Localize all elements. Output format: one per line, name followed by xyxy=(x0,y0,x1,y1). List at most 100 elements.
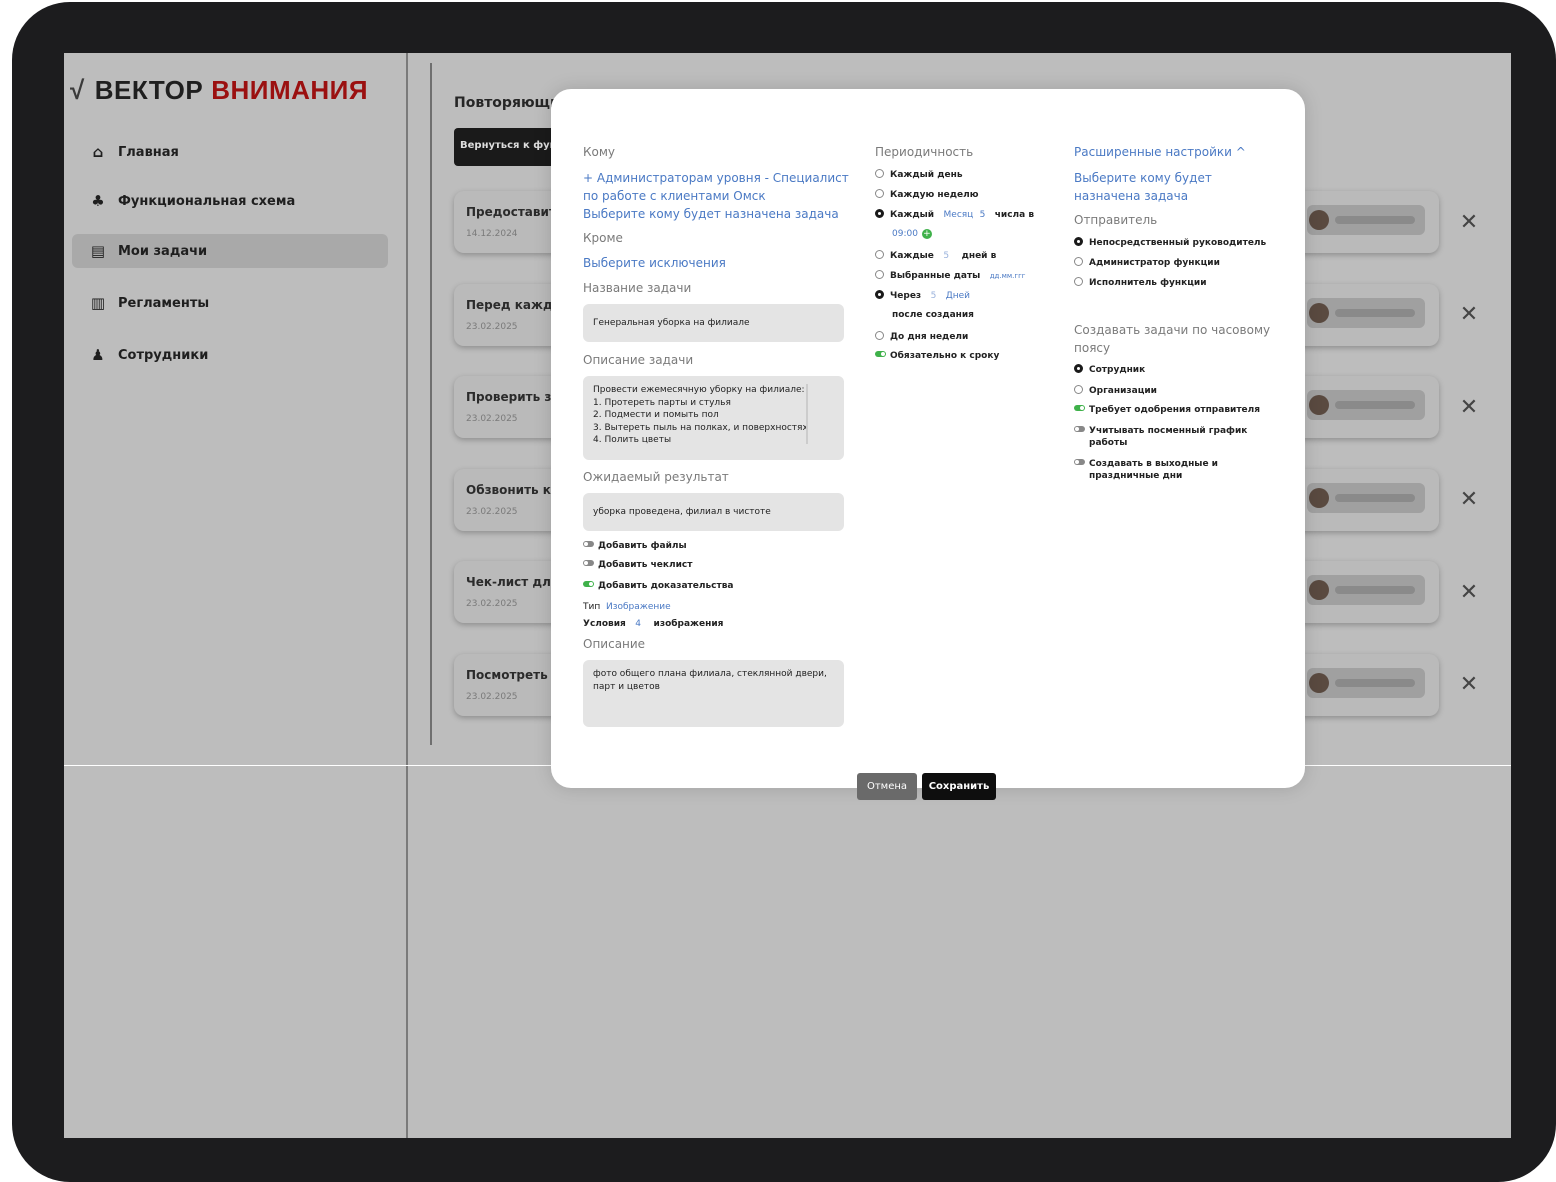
close-icon[interactable]: ✕ xyxy=(1459,582,1479,604)
cancel-button[interactable]: Отмена xyxy=(857,773,917,800)
toggle-switch[interactable] xyxy=(583,560,594,566)
close-icon[interactable]: ✕ xyxy=(1459,212,1479,234)
task-title: Перед кажды xyxy=(466,298,564,312)
toggle-add-checklist[interactable]: Добавить чеклист xyxy=(583,560,692,570)
toggle-switch[interactable] xyxy=(583,541,594,547)
toggle-add-evidence[interactable]: Добавить доказательства xyxy=(583,581,733,591)
after-unit-select[interactable]: Дней xyxy=(946,291,970,301)
choose-assignee-link-line2[interactable]: назначена задача xyxy=(1074,189,1188,203)
task-date: 23.02.2025 xyxy=(466,599,518,609)
toggle-switch[interactable] xyxy=(1074,459,1085,465)
after-creation-suffix: после создания xyxy=(892,310,974,320)
choose-exceptions-link[interactable]: Выберите исключения xyxy=(583,256,726,270)
toggle-switch[interactable] xyxy=(1074,405,1085,411)
toggle-mandatory-deadline[interactable]: Обязательно к сроку xyxy=(875,351,999,361)
toggle-add-files[interactable]: Добавить файлы xyxy=(583,541,687,551)
sidebar-item-regulations[interactable]: ▥ Регламенты xyxy=(72,286,388,320)
desc-line: 4. Полить цветы xyxy=(593,435,672,445)
radio-button[interactable] xyxy=(875,209,884,218)
toggle-shift-schedule[interactable]: Учитывать посменный график работы xyxy=(1074,425,1247,449)
radio-button[interactable] xyxy=(875,331,884,340)
days-input[interactable]: 5 xyxy=(943,251,949,261)
radio-button[interactable] xyxy=(875,250,884,259)
radio-daily[interactable]: Каждый день xyxy=(875,169,963,180)
radio-label: Администратор функции xyxy=(1089,258,1220,268)
task-title: Проверить за xyxy=(466,390,560,404)
radio-every-n-days[interactable]: Каждые 5 дней в xyxy=(875,250,996,261)
sidebar-item-label: Главная xyxy=(118,144,179,160)
radio-button[interactable] xyxy=(1074,237,1083,246)
to-label: Кому xyxy=(583,145,616,159)
sidebar-item-home[interactable]: ⌂ Главная xyxy=(72,135,388,169)
add-time-icon[interactable]: + xyxy=(921,229,932,239)
radio-direct-manager[interactable]: Непосредственный руководитель xyxy=(1074,237,1266,248)
avatar xyxy=(1309,673,1329,693)
conditions-count-input[interactable]: 4 xyxy=(635,619,641,629)
unit-select[interactable]: Месяц xyxy=(944,210,974,220)
radio-label: Сотрудник xyxy=(1089,365,1146,375)
close-icon[interactable]: ✕ xyxy=(1459,397,1479,419)
assignee-name-blurred xyxy=(1335,679,1415,687)
choose-assignee-link[interactable]: Выберите кому будет назначена задача xyxy=(583,207,839,221)
people-icon: ♟ xyxy=(91,346,105,364)
close-icon[interactable]: ✕ xyxy=(1459,489,1479,511)
desc-label: Описание задачи xyxy=(583,353,694,367)
task-name-input[interactable]: Генеральная уборка на филиале xyxy=(583,304,844,342)
evidence-description-textarea[interactable]: фото общего плана филиала, стеклянной дв… xyxy=(583,660,844,727)
expected-result-input[interactable]: уборка проведена, филиал в чистоте xyxy=(583,493,844,531)
toggle-switch[interactable] xyxy=(875,351,886,357)
radio-button[interactable] xyxy=(875,270,884,279)
radio-label: Каждые xyxy=(890,251,934,261)
radio-after-creation[interactable]: Через 5 Дней xyxy=(875,290,970,301)
radio-each-month[interactable]: Каждый Месяц 5 числа в xyxy=(875,209,1034,220)
toggle-requires-approval[interactable]: Требует одобрения отправителя xyxy=(1074,405,1260,415)
assignee-chip xyxy=(1307,298,1425,328)
sidebar-item-functional-scheme[interactable]: ♣ Функциональная схема xyxy=(72,184,388,218)
day-number-input[interactable]: 5 xyxy=(980,210,986,220)
radio-tz-employee[interactable]: Сотрудник xyxy=(1074,364,1145,375)
sidebar-item-employees[interactable]: ♟ Сотрудники xyxy=(72,338,388,372)
logo[interactable]: √ ВЕКТОР ВНИМАНИЯ xyxy=(70,75,368,106)
sidebar: √ ВЕКТОР ВНИМАНИЯ ⌂ Главная ♣ Функциональн… xyxy=(64,53,408,1138)
radio-selected-dates[interactable]: Выбранные даты дд.мм.ггг xyxy=(875,270,1025,281)
radio-button[interactable] xyxy=(1074,257,1083,266)
radio-function-admin[interactable]: Администратор функции xyxy=(1074,257,1220,268)
radio-button[interactable] xyxy=(1074,277,1083,286)
task-date: 23.02.2025 xyxy=(466,507,518,517)
radio-button[interactable] xyxy=(875,169,884,178)
date-input[interactable]: дд.мм.ггг xyxy=(990,272,1026,280)
back-button[interactable]: Вернуться к функ xyxy=(454,128,564,166)
sidebar-item-my-tasks[interactable]: ▤ Мои задачи xyxy=(72,234,388,268)
scrollbar[interactable] xyxy=(806,384,808,444)
radio-function-executor[interactable]: Исполнитель функции xyxy=(1074,277,1207,288)
close-icon[interactable]: ✕ xyxy=(1459,304,1479,326)
close-icon[interactable]: ✕ xyxy=(1459,674,1479,696)
timezone-label: Создавать задачи по часовому xyxy=(1074,323,1271,337)
radio-until-weekday[interactable]: До дня недели xyxy=(875,331,968,342)
recipient-link[interactable]: + Администраторам уровня - Специалист xyxy=(583,171,849,185)
conditions-row: Условия 4 изображения xyxy=(583,619,723,629)
toggle-label: Добавить файлы xyxy=(598,541,687,551)
toggle-label: Создавать в выходные и xyxy=(1089,459,1218,469)
type-select[interactable]: Изображение xyxy=(606,602,671,612)
task-description-textarea[interactable]: Провести ежемесячную уборку на филиале: … xyxy=(583,376,844,460)
toggle-switch[interactable] xyxy=(583,581,594,587)
sidebar-item-label: Функциональная схема xyxy=(118,193,296,209)
name-label: Название задачи xyxy=(583,281,692,295)
radio-button[interactable] xyxy=(875,290,884,299)
after-number-input[interactable]: 5 xyxy=(931,291,937,301)
avatar xyxy=(1309,395,1329,415)
radio-weekly[interactable]: Каждую неделю xyxy=(875,189,978,200)
radio-tz-organization[interactable]: Организации xyxy=(1074,385,1157,396)
save-button[interactable]: Сохранить xyxy=(922,773,996,800)
choose-assignee-link[interactable]: Выберите кому будет xyxy=(1074,171,1212,185)
recipient-link-line2[interactable]: по работе с клиентами Омск xyxy=(583,189,766,203)
radio-button[interactable] xyxy=(1074,364,1083,373)
advanced-settings-toggle[interactable]: Расширенные настройки ^ xyxy=(1074,145,1246,159)
assignee-chip xyxy=(1307,483,1425,513)
time-input[interactable]: 09:00 xyxy=(892,229,918,239)
radio-button[interactable] xyxy=(1074,385,1083,394)
toggle-switch[interactable] xyxy=(1074,426,1085,432)
radio-button[interactable] xyxy=(875,189,884,198)
toggle-weekends[interactable]: Создавать в выходные и праздничные дни xyxy=(1074,458,1218,482)
